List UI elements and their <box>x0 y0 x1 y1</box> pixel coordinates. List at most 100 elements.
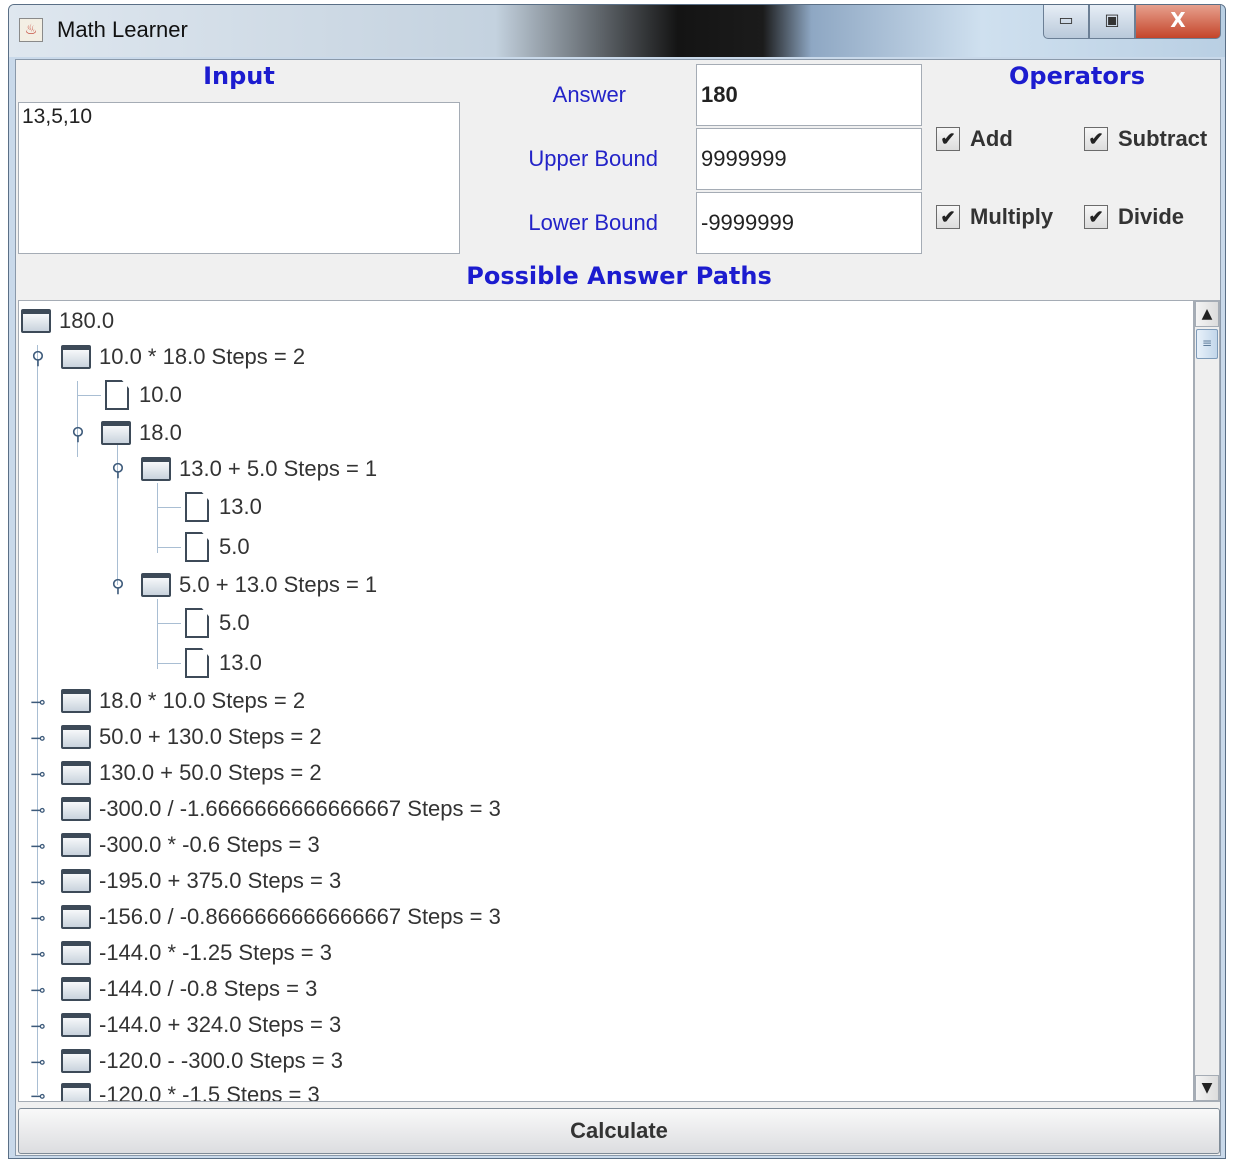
tree-node[interactable]: 18.0 * 10.0 Steps = 2 <box>61 683 305 719</box>
lower-bound-field[interactable]: -9999999 <box>696 192 922 254</box>
calculate-button[interactable]: Calculate <box>18 1108 1220 1154</box>
tree-connector <box>77 381 78 457</box>
divide-checkbox[interactable]: ✔ Divide <box>1084 204 1184 230</box>
tree-node[interactable]: 130.0 + 50.0 Steps = 2 <box>61 755 322 791</box>
tree-node[interactable]: -144.0 + 324.0 Steps = 3 <box>61 1007 341 1043</box>
folder-icon <box>61 797 91 821</box>
collapse-toggle-icon[interactable]: ⚲ <box>29 349 47 367</box>
folder-icon <box>61 689 91 713</box>
scroll-up-arrow-icon[interactable]: ▲ <box>1195 301 1219 327</box>
expand-toggle-icon[interactable]: ⊸ <box>29 729 47 747</box>
checkmark-icon: ✔ <box>936 127 960 151</box>
expand-toggle-icon[interactable]: ⊸ <box>29 837 47 855</box>
tree-node-label: -300.0 * -0.6 Steps = 3 <box>99 832 320 857</box>
tree-root[interactable]: 180.0 <box>21 303 114 339</box>
lower-bound-label: Lower Bound <box>528 210 658 235</box>
folder-icon <box>61 833 91 857</box>
subtract-checkbox[interactable]: ✔ Subtract <box>1084 126 1207 152</box>
expand-toggle-icon[interactable]: ⊸ <box>29 945 47 963</box>
folder-icon <box>141 457 171 481</box>
tree-node-label: -144.0 * -1.25 Steps = 3 <box>99 940 332 965</box>
tree-node-label: 10.0 * 18.0 Steps = 2 <box>99 344 306 369</box>
folder-icon <box>61 725 91 749</box>
checkmark-icon: ✔ <box>1084 205 1108 229</box>
scroll-thumb[interactable]: ≡ <box>1196 329 1218 359</box>
tree-node[interactable]: -156.0 / -0.8666666666666667 Steps = 3 <box>61 899 501 935</box>
close-button[interactable]: X <box>1135 5 1221 39</box>
scroll-down-arrow-icon[interactable]: ▼ <box>1195 1075 1219 1101</box>
expand-toggle-icon[interactable]: ⊸ <box>29 693 47 711</box>
tree-leaf[interactable]: 10.0 <box>105 377 182 413</box>
folder-icon <box>61 1083 91 1101</box>
answer-label: Answer <box>552 82 626 107</box>
expand-toggle-icon[interactable]: ⊸ <box>29 801 47 819</box>
tree-connector <box>157 623 181 624</box>
tree-node-label: 5.0 <box>219 610 250 635</box>
tree-node-label: 13.0 <box>219 494 262 519</box>
minimize-button[interactable]: ▭ <box>1043 5 1089 39</box>
tree-node[interactable]: -120.0 * -1.5 Steps = 3 <box>61 1077 320 1102</box>
tree-node[interactable]: -144.0 / -0.8 Steps = 3 <box>61 971 317 1007</box>
app-window: ♨ Math Learner ▭ ▣ X Input 13,5,10 Answe… <box>8 4 1226 1159</box>
expand-toggle-icon[interactable]: ⊸ <box>29 1017 47 1035</box>
collapse-toggle-icon[interactable]: ⚲ <box>69 425 87 443</box>
expand-toggle-icon[interactable]: ⊸ <box>29 981 47 999</box>
title-bar[interactable]: ♨ Math Learner ▭ ▣ X <box>9 5 1225 57</box>
tree-node[interactable]: 18.0 <box>101 415 182 451</box>
expand-toggle-icon[interactable]: ⊸ <box>29 1053 47 1071</box>
tree-node[interactable]: 5.0 + 13.0 Steps = 1 <box>141 567 377 603</box>
tree-leaf[interactable]: 5.0 <box>185 529 250 565</box>
tree-node[interactable]: 13.0 + 5.0 Steps = 1 <box>141 451 377 487</box>
subtract-label: Subtract <box>1118 126 1208 151</box>
tree-vertical-scrollbar[interactable]: ▲ ≡ ▼ <box>1194 300 1220 1102</box>
folder-icon <box>101 421 131 445</box>
tree-leaf[interactable]: 13.0 <box>185 645 262 681</box>
tree-node[interactable]: -144.0 * -1.25 Steps = 3 <box>61 935 332 971</box>
answer-paths-tree[interactable]: 180.0 ⚲ 10.0 * 18.0 Steps = 2 10.0 ⚲ 18.… <box>18 300 1194 1102</box>
expand-toggle-icon[interactable]: ⊸ <box>29 765 47 783</box>
tree-node[interactable]: -300.0 / -1.6666666666666667 Steps = 3 <box>61 791 501 827</box>
tree-node[interactable]: -195.0 + 375.0 Steps = 3 <box>61 863 341 899</box>
tree-connector <box>157 547 181 548</box>
expand-toggle-icon[interactable]: ⊸ <box>29 873 47 891</box>
tree-node-label: 18.0 * 10.0 Steps = 2 <box>99 688 306 713</box>
main-panel: Input 13,5,10 Answer 180 Upper Bound 999… <box>15 59 1221 1156</box>
document-icon <box>185 608 209 638</box>
folder-icon <box>141 573 171 597</box>
input-textarea[interactable]: 13,5,10 <box>18 102 460 254</box>
tree-node[interactable]: 10.0 * 18.0 Steps = 2 <box>61 339 305 375</box>
checkmark-icon: ✔ <box>936 205 960 229</box>
tree-connector <box>157 507 181 508</box>
operators-heading: Operators <box>1009 62 1145 90</box>
tree-leaf[interactable]: 13.0 <box>185 489 262 525</box>
window-title: Math Learner <box>57 17 188 42</box>
expand-toggle-icon[interactable]: ⊸ <box>29 1087 47 1101</box>
tree-node-label: -300.0 / -1.6666666666666667 Steps = 3 <box>99 796 501 821</box>
tree-node-label: 13.0 + 5.0 Steps = 1 <box>179 456 378 481</box>
tree-node-label: -120.0 - -300.0 Steps = 3 <box>99 1048 343 1073</box>
tree-node-label: 10.0 <box>139 382 182 407</box>
input-heading: Input <box>203 62 275 90</box>
add-label: Add <box>970 126 1013 151</box>
java-app-icon: ♨ <box>19 18 43 42</box>
collapse-toggle-icon[interactable]: ⚲ <box>109 461 127 479</box>
maximize-button[interactable]: ▣ <box>1089 5 1135 39</box>
add-checkbox[interactable]: ✔ Add <box>936 126 1013 152</box>
document-icon <box>185 648 209 678</box>
tree-leaf[interactable]: 5.0 <box>185 605 250 641</box>
paths-heading: Possible Answer Paths <box>466 262 772 290</box>
tree-connector <box>157 483 158 553</box>
answer-field[interactable]: 180 <box>696 64 922 126</box>
tree-node[interactable]: -120.0 - -300.0 Steps = 3 <box>61 1043 343 1079</box>
tree-connector <box>157 663 181 664</box>
divide-label: Divide <box>1118 204 1185 229</box>
tree-node[interactable]: -300.0 * -0.6 Steps = 3 <box>61 827 320 863</box>
tree-node-label: -120.0 * -1.5 Steps = 3 <box>99 1082 320 1102</box>
multiply-label: Multiply <box>970 204 1054 229</box>
collapse-toggle-icon[interactable]: ⚲ <box>109 577 127 595</box>
tree-node-label: -144.0 + 324.0 Steps = 3 <box>99 1012 342 1037</box>
multiply-checkbox[interactable]: ✔ Multiply <box>936 204 1053 230</box>
upper-bound-field[interactable]: 9999999 <box>696 128 922 190</box>
expand-toggle-icon[interactable]: ⊸ <box>29 909 47 927</box>
tree-node[interactable]: 50.0 + 130.0 Steps = 2 <box>61 719 322 755</box>
